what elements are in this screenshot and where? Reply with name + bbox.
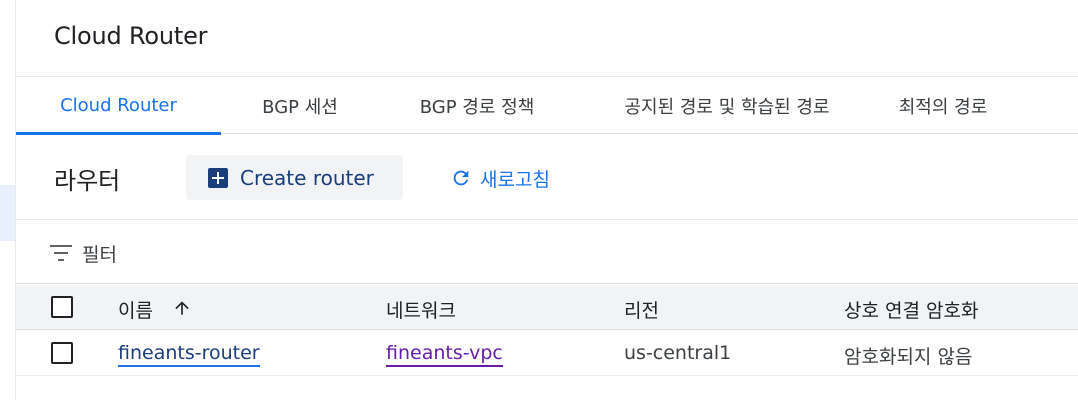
- tab-advertised-learned-routes[interactable]: 공지된 경로 및 학습된 경로: [575, 77, 879, 134]
- plus-box-icon: [208, 167, 228, 188]
- router-name-link[interactable]: fineants-router: [118, 342, 260, 367]
- page-title: Cloud Router: [54, 22, 208, 50]
- tab-bar: Cloud Router BGP 세션 BGP 경로 정책 공지된 경로 및 학…: [16, 76, 1078, 135]
- tab-best-routes[interactable]: 최적의 경로: [879, 77, 1007, 134]
- filter-icon: [50, 245, 72, 261]
- select-all-checkbox[interactable]: [51, 296, 73, 318]
- main-content: Cloud Router Cloud Router BGP 세션 BGP 경로 …: [16, 0, 1078, 400]
- column-header-name[interactable]: 이름: [118, 296, 153, 323]
- refresh-button[interactable]: 새로고침: [450, 162, 550, 194]
- filter-label: 필터: [82, 244, 117, 266]
- column-header-network[interactable]: 네트워크: [386, 296, 456, 323]
- tab-cloud-router[interactable]: Cloud Router: [16, 77, 221, 135]
- row-checkbox[interactable]: [51, 342, 73, 364]
- table-header-row: 이름 네트워크 리전 상호 연결 암호화: [16, 285, 1078, 330]
- sort-ascending-icon[interactable]: [172, 298, 192, 318]
- create-router-button[interactable]: Create router: [186, 155, 403, 200]
- tab-bgp-sessions[interactable]: BGP 세션: [221, 77, 379, 134]
- tab-bgp-route-policies[interactable]: BGP 경로 정책: [379, 77, 575, 134]
- left-nav-rail: [0, 0, 16, 400]
- table-row: fineants-router fineants-vpc us-central1…: [16, 331, 1078, 376]
- create-router-label: Create router: [240, 165, 374, 190]
- column-header-encryption[interactable]: 상호 연결 암호화: [844, 296, 978, 323]
- refresh-label: 새로고침: [480, 168, 550, 191]
- refresh-icon: [453, 170, 469, 186]
- left-nav-active-item[interactable]: [0, 185, 15, 241]
- column-header-region[interactable]: 리전: [624, 296, 659, 323]
- filter-bar[interactable]: 필터: [16, 220, 1078, 284]
- section-title: 라우터: [54, 167, 121, 195]
- region-cell: us-central1: [624, 342, 732, 364]
- encryption-cell: 암호화되지 않음: [844, 346, 973, 368]
- network-link[interactable]: fineants-vpc: [386, 342, 503, 367]
- toolbar: 라우터 Create router 새로고침: [16, 134, 1078, 220]
